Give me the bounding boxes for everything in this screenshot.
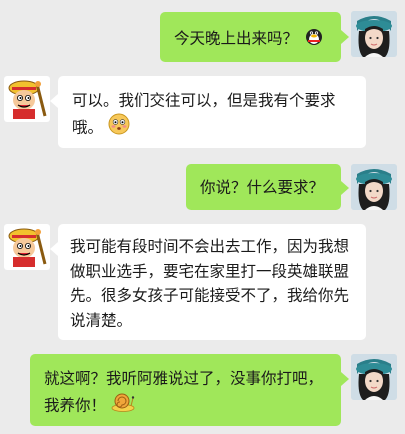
message-bubble-other[interactable]: 可以。我们交往可以，但是我有个要求哦。 — [58, 76, 366, 148]
snail-icon — [111, 391, 135, 420]
embarrassed-face-icon — [108, 113, 130, 142]
girl-avatar — [351, 164, 397, 210]
girl-avatar — [351, 354, 397, 400]
avatar-self[interactable] — [351, 164, 397, 210]
message-text: 就这啊？我听阿雅说过了，没事你打吧，我养你！ — [44, 369, 324, 415]
penguin-icon — [303, 24, 325, 53]
message-bubble-self[interactable]: 你说？什么要求？ — [186, 164, 341, 210]
message-text: 今天晚上出来吗？ — [174, 29, 299, 48]
message-text: 我可能有段时间不会出去工作，因为我想做职业选手，要宅在家里打一段英雄联盟先。很多… — [70, 237, 350, 330]
pirate-boy-avatar — [4, 224, 50, 270]
pirate-boy-avatar — [4, 76, 50, 122]
avatar-other[interactable] — [4, 76, 50, 122]
message-bubble-self[interactable]: 今天晚上出来吗？ — [160, 12, 341, 62]
girl-avatar — [351, 11, 397, 57]
message-text: 你说？什么要求？ — [200, 178, 325, 197]
avatar-self[interactable] — [351, 354, 397, 400]
avatar-self[interactable] — [351, 11, 397, 57]
avatar-other[interactable] — [4, 224, 50, 270]
message-bubble-other[interactable]: 我可能有段时间不会出去工作，因为我想做职业选手，要宅在家里打一段英雄联盟先。很多… — [58, 224, 366, 340]
message-bubble-self[interactable]: 就这啊？我听阿雅说过了，没事你打吧，我养你！ — [30, 354, 341, 426]
